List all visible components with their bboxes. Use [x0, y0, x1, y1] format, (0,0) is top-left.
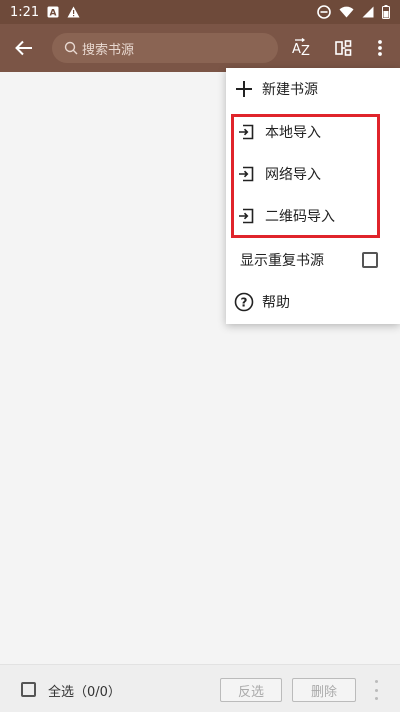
select-all-checkbox[interactable] [21, 682, 36, 697]
menu-item-help[interactable]: ? 帮助 [226, 281, 400, 323]
battery-icon [382, 5, 390, 19]
status-time: 1:21 [10, 4, 40, 20]
svg-text:Z: Z [301, 44, 310, 58]
status-bar: 1:21 A [0, 0, 400, 24]
menu-label-show-duplicates: 显示重复书源 [240, 253, 324, 269]
svg-text:?: ? [241, 296, 248, 310]
menu-label-help: 帮助 [262, 295, 290, 311]
app-a-icon: A [47, 6, 59, 18]
az-sort-icon: AZ [292, 38, 310, 58]
wifi-icon [339, 6, 354, 18]
invert-selection-button[interactable]: 反选 [220, 678, 282, 702]
group-icon [335, 40, 352, 56]
toolbar: 搜索书源 AZ [0, 24, 400, 72]
import-options-highlight [231, 114, 380, 238]
help-icon: ? [234, 292, 254, 312]
bottom-more-icon[interactable] [370, 680, 382, 700]
delete-button[interactable]: 删除 [292, 678, 356, 702]
search-placeholder: 搜索书源 [82, 42, 135, 58]
do-not-disturb-icon [317, 5, 331, 19]
group-button[interactable] [332, 36, 356, 60]
bottom-action-bar: 全选（0/0） 反选 删除 [0, 664, 400, 712]
svg-text:A: A [50, 9, 57, 19]
az-sort-button[interactable]: AZ [290, 36, 314, 60]
show-duplicates-checkbox[interactable] [362, 252, 378, 268]
svg-text:A: A [292, 42, 301, 57]
search-icon [64, 41, 78, 55]
menu-item-new-source[interactable]: 新建书源 [226, 68, 400, 110]
menu-label-new-source: 新建书源 [262, 82, 318, 98]
more-vert-icon [378, 40, 382, 56]
plus-icon [234, 79, 254, 99]
menu-item-show-duplicates[interactable]: 显示重复书源 [226, 239, 400, 281]
more-button[interactable] [368, 36, 392, 60]
back-button[interactable] [0, 24, 48, 72]
search-input[interactable]: 搜索书源 [52, 33, 278, 63]
select-all-label[interactable]: 全选（0/0） [48, 681, 121, 700]
warning-icon [67, 6, 80, 18]
arrow-left-icon [15, 40, 32, 56]
cellular-icon [362, 6, 374, 18]
